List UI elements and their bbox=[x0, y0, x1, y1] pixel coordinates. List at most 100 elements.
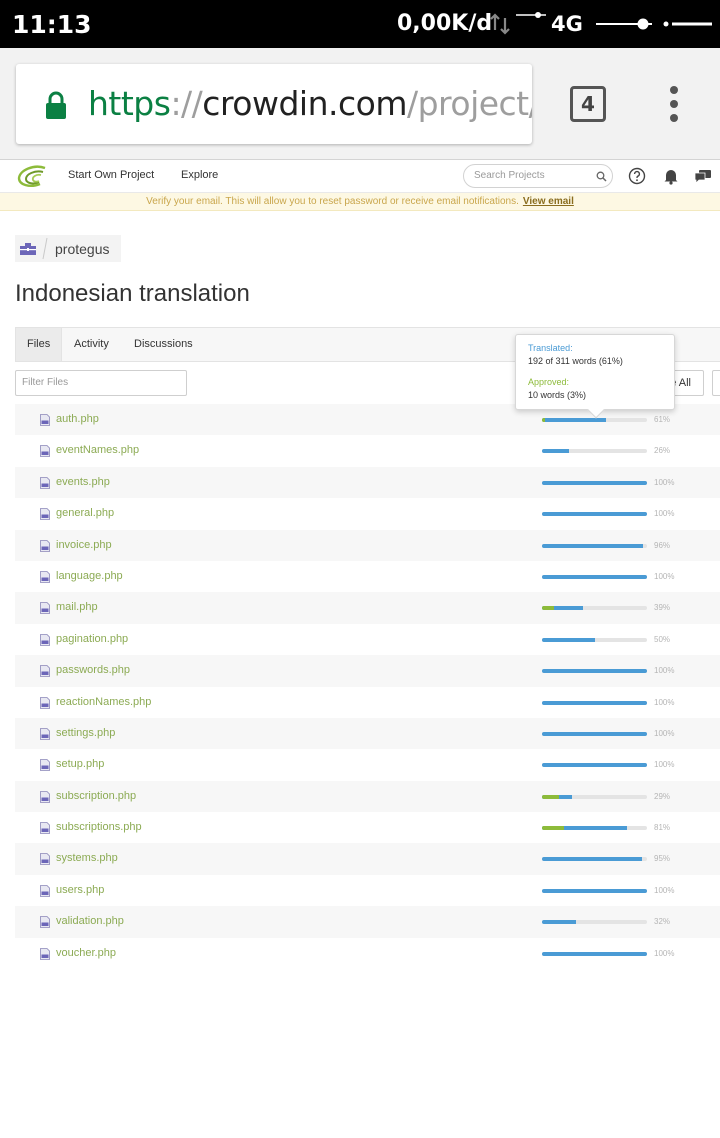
translated-progress bbox=[542, 920, 576, 925]
file-name-link[interactable]: pagination.php bbox=[56, 633, 128, 645]
file-name-link[interactable]: subscriptions.php bbox=[56, 821, 142, 833]
translated-progress bbox=[542, 418, 607, 422]
file-row[interactable]: subscription.php 29% bbox=[15, 780, 720, 813]
more-options-button[interactable] bbox=[712, 370, 720, 396]
progress-bar[interactable] bbox=[542, 480, 647, 485]
overflow-menu-button[interactable] bbox=[666, 86, 682, 122]
file-name-link[interactable]: reactionNames.php bbox=[56, 696, 151, 708]
progress-bar[interactable] bbox=[542, 543, 647, 548]
file-row[interactable]: general.php 100% bbox=[15, 498, 720, 529]
progress-percent: 39% bbox=[654, 603, 671, 613]
progress-bar[interactable] bbox=[542, 731, 647, 736]
php-file-icon bbox=[40, 633, 50, 646]
file-row[interactable]: language.php 100% bbox=[15, 561, 720, 592]
breadcrumb: protegus bbox=[15, 235, 122, 262]
file-name-link[interactable]: voucher.php bbox=[56, 947, 116, 959]
file-row[interactable]: systems.php 95% bbox=[15, 843, 720, 875]
php-file-icon bbox=[40, 476, 50, 489]
progress-bar[interactable] bbox=[542, 669, 647, 674]
progress-percent: 26% bbox=[654, 446, 671, 456]
notifications-bell-icon[interactable] bbox=[662, 167, 680, 185]
filter-files-input[interactable] bbox=[22, 377, 178, 388]
file-row[interactable]: setup.php 100% bbox=[15, 749, 720, 780]
file-name-link[interactable]: setup.php bbox=[56, 758, 104, 770]
file-name-link[interactable]: auth.php bbox=[56, 413, 99, 425]
file-name-link[interactable]: events.php bbox=[56, 476, 110, 488]
help-icon[interactable] bbox=[628, 167, 646, 185]
address-bar[interactable]: https://crowdin.com/project/p bbox=[16, 64, 532, 144]
progress-bar[interactable] bbox=[542, 606, 647, 611]
progress-percent: 29% bbox=[654, 791, 671, 801]
translated-progress bbox=[542, 574, 647, 579]
tab-files[interactable]: Files bbox=[16, 328, 63, 361]
tab-switcher-button[interactable]: 4 bbox=[570, 86, 606, 122]
tab-activity[interactable]: Activity bbox=[63, 328, 120, 361]
address-url[interactable]: https://crowdin.com/project/p bbox=[88, 84, 532, 123]
file-row[interactable]: eventNames.php 26% bbox=[15, 435, 720, 466]
file-row[interactable]: invoice.php 96% bbox=[15, 529, 720, 561]
progress-bar[interactable] bbox=[542, 763, 647, 768]
file-name-link[interactable]: settings.php bbox=[56, 727, 115, 739]
progress-percent: 95% bbox=[654, 854, 671, 864]
file-name-link[interactable]: passwords.php bbox=[56, 664, 130, 676]
breadcrumb-project-link[interactable]: protegus bbox=[55, 241, 109, 257]
filter-files-box[interactable] bbox=[15, 370, 187, 396]
php-file-icon bbox=[40, 539, 50, 552]
progress-bar[interactable] bbox=[542, 574, 647, 579]
search-projects-box[interactable] bbox=[463, 164, 613, 188]
file-row[interactable]: pagination.php 50% bbox=[15, 624, 720, 655]
file-row[interactable]: events.php 100% bbox=[15, 466, 720, 499]
messages-icon[interactable] bbox=[694, 167, 712, 185]
project-icon[interactable] bbox=[15, 235, 41, 262]
search-projects-input[interactable] bbox=[474, 170, 592, 181]
progress-bar[interactable] bbox=[542, 637, 647, 642]
crowdin-logo[interactable] bbox=[16, 165, 48, 189]
file-row[interactable]: mail.php 39% bbox=[15, 592, 720, 624]
translated-progress bbox=[542, 700, 647, 705]
file-row[interactable]: voucher.php 100% bbox=[15, 938, 720, 969]
nav-explore[interactable]: Explore bbox=[181, 169, 218, 181]
progress-percent: 100% bbox=[654, 760, 675, 770]
file-row[interactable]: validation.php 32% bbox=[15, 906, 720, 938]
progress-percent: 61% bbox=[654, 415, 671, 424]
progress-bar[interactable] bbox=[542, 857, 647, 862]
file-name-link[interactable]: mail.php bbox=[56, 601, 98, 613]
file-name-link[interactable]: subscription.php bbox=[56, 790, 136, 802]
approved-progress bbox=[542, 826, 565, 831]
progress-bar[interactable] bbox=[542, 700, 647, 705]
translated-progress bbox=[542, 637, 595, 642]
progress-bar[interactable] bbox=[542, 512, 647, 517]
progress-bar[interactable] bbox=[542, 951, 647, 956]
file-name-link[interactable]: general.php bbox=[56, 507, 114, 519]
progress-bar[interactable] bbox=[542, 418, 647, 422]
translated-progress bbox=[542, 512, 647, 517]
file-row[interactable]: subscriptions.php 81% bbox=[15, 812, 720, 843]
progress-bar[interactable] bbox=[542, 826, 647, 831]
nav-start-own-project[interactable]: Start Own Project bbox=[68, 169, 154, 181]
php-file-icon bbox=[40, 665, 50, 678]
progress-bar[interactable] bbox=[542, 794, 647, 799]
translated-progress bbox=[542, 480, 647, 485]
data-transfer-icon bbox=[490, 13, 510, 35]
file-row[interactable]: users.php 100% bbox=[15, 875, 720, 906]
progress-bar[interactable] bbox=[542, 449, 647, 454]
php-file-icon bbox=[40, 445, 50, 458]
search-icon[interactable] bbox=[596, 171, 607, 182]
tooltip-approved-value: 10 words (3%) bbox=[528, 390, 587, 400]
file-name-link[interactable]: validation.php bbox=[56, 915, 124, 927]
file-row[interactable]: reactionNames.php 100% bbox=[15, 687, 720, 718]
file-name-link[interactable]: systems.php bbox=[56, 852, 118, 864]
file-row[interactable]: passwords.php 100% bbox=[15, 655, 720, 687]
file-name-link[interactable]: invoice.php bbox=[56, 539, 112, 551]
file-name-link[interactable]: users.php bbox=[56, 884, 104, 896]
view-email-link[interactable]: View email bbox=[523, 196, 574, 207]
progress-bar[interactable] bbox=[542, 888, 647, 893]
wifi-signal-icon bbox=[596, 18, 652, 30]
tooltip-approved-label: Approved: bbox=[528, 377, 570, 387]
php-file-icon bbox=[40, 508, 50, 521]
file-row[interactable]: settings.php 100% bbox=[15, 717, 720, 750]
progress-bar[interactable] bbox=[542, 920, 647, 925]
file-name-link[interactable]: language.php bbox=[56, 570, 123, 582]
file-name-link[interactable]: eventNames.php bbox=[56, 444, 139, 456]
tab-discussions[interactable]: Discussions bbox=[123, 328, 204, 361]
